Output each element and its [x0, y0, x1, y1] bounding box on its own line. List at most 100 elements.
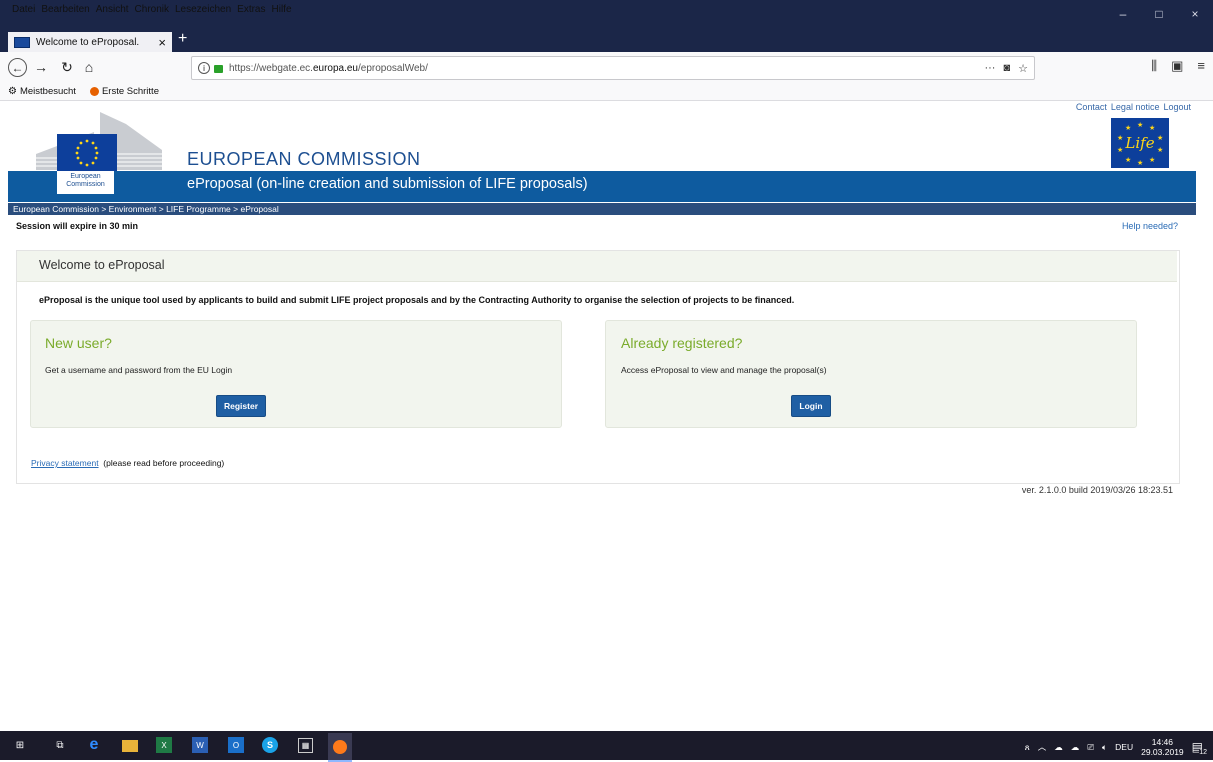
already-registered-title: Already registered?: [621, 335, 743, 351]
forward-arrow-icon[interactable]: →: [32, 58, 50, 76]
menu-bar: Datei Bearbeiten Ansicht Chronik Lesezei…: [12, 4, 292, 15]
windows-start-icon[interactable]: ⊞: [12, 737, 28, 753]
calculator-icon[interactable]: ▦: [298, 738, 313, 753]
organisation-name: EUROPEAN COMMISSION: [187, 149, 421, 169]
tab-eproposal[interactable]: Welcome to eProposal. ×: [8, 32, 172, 52]
menu-datei[interactable]: Datei: [12, 4, 35, 15]
tab-close-icon[interactable]: ×: [158, 35, 166, 50]
menu-ansicht[interactable]: Ansicht: [96, 4, 129, 15]
notification-count: 12: [1199, 749, 1207, 756]
intro-text: eProposal is the unique tool used by app…: [39, 295, 795, 305]
register-button[interactable]: Register: [216, 395, 266, 417]
life-programme-logo: ★ ★ ★ ★ ★ ★ ★ ★ ★ ★ Life: [1111, 118, 1169, 168]
site-subtitle: eProposal (on-line creation and submissi…: [187, 176, 588, 192]
privacy-note: (please read before proceeding): [103, 458, 225, 468]
legal-notice-link[interactable]: Legal notice: [1111, 102, 1160, 112]
clock-date: 29.03.2019: [1141, 747, 1184, 757]
bookmark-erste-schritte[interactable]: Erste Schritte: [84, 86, 159, 97]
bookmark-meistbesucht[interactable]: ⚙ Meistbesucht: [8, 86, 76, 97]
word-icon[interactable]: W: [192, 737, 208, 753]
clock-time: 14:46: [1151, 737, 1174, 747]
clock[interactable]: 14:46 29.03.2019: [1141, 737, 1184, 757]
logout-link[interactable]: Logout: [1163, 102, 1191, 112]
life-logo-text: Life: [1124, 134, 1154, 152]
breadcrumb[interactable]: European Commission > Environment > LIFE…: [8, 203, 1196, 215]
svg-text:★: ★: [1117, 146, 1123, 154]
logo-label-line2: Commission: [66, 181, 105, 188]
menu-bearbeiten[interactable]: Bearbeiten: [41, 4, 89, 15]
window-controls: – □ ×: [1105, 0, 1213, 28]
version-text: ver. 2.1.0.0 build 2019/03/26 18:23.51: [1021, 485, 1173, 495]
maximize-button[interactable]: □: [1141, 0, 1177, 28]
already-registered-card: Already registered? Access eProposal to …: [605, 320, 1137, 428]
excel-icon[interactable]: X: [156, 737, 172, 753]
svg-text:★: ★: [1157, 134, 1163, 142]
session-expiry-text: Session will expire in 30 min: [16, 221, 139, 231]
outlook-icon[interactable]: O: [228, 737, 244, 753]
login-button[interactable]: Login: [791, 395, 831, 417]
bookmark-star-icon[interactable]: ☆: [1018, 62, 1028, 75]
close-window-button[interactable]: ×: [1177, 0, 1213, 28]
sidebar-icon[interactable]: ▣: [1171, 58, 1183, 74]
skype-icon[interactable]: S: [262, 737, 278, 753]
new-user-text: Get a username and password from the EU …: [45, 365, 233, 375]
firefox-taskbar-button[interactable]: [328, 733, 352, 762]
logo-label: European Commission: [57, 171, 114, 194]
lock-icon[interactable]: [214, 65, 223, 73]
new-user-title: New user?: [45, 335, 112, 351]
edge-browser-icon[interactable]: e: [86, 736, 102, 753]
top-links: Contact Legal notice Logout: [1076, 102, 1191, 112]
tab-title: Welcome to eProposal.: [36, 36, 140, 48]
onedrive-business-icon[interactable]: ☁: [1071, 742, 1080, 753]
menu-extras[interactable]: Extras: [237, 4, 265, 15]
notifications-icon[interactable]: ▤ 12: [1192, 740, 1207, 756]
chevron-up-icon[interactable]: ︿: [1038, 741, 1047, 753]
svg-text:★: ★: [1137, 159, 1143, 167]
site-info-icon[interactable]: i: [198, 62, 210, 74]
home-icon[interactable]: ⌂: [80, 58, 98, 76]
url-text: https://webgate.ec.europa.eu/eproposalWe…: [229, 62, 428, 74]
svg-text:★: ★: [1125, 124, 1131, 132]
svg-text:★: ★: [1117, 134, 1123, 142]
svg-text:★: ★: [1125, 156, 1131, 164]
onedrive-icon[interactable]: ☁: [1054, 742, 1063, 753]
firefox-icon: [89, 86, 99, 96]
library-icon[interactable]: ⫼: [1151, 58, 1157, 74]
volume-icon[interactable]: 🔈︎: [1102, 742, 1107, 753]
panel-title: Welcome to eProposal: [39, 258, 165, 272]
system-tray: ጸ ︿ ☁ ☁ ⎚ 🔈︎ DEU 14:46 29.03.2019 ▤ 12: [1025, 737, 1207, 757]
gear-icon: ⚙: [8, 85, 17, 97]
privacy-statement-link[interactable]: Privacy statement: [31, 458, 99, 468]
back-arrow-icon[interactable]: ←: [8, 58, 27, 77]
menu-hilfe[interactable]: Hilfe: [272, 4, 292, 15]
welcome-panel-header: [17, 251, 1177, 282]
hamburger-menu-icon[interactable]: ≡: [1197, 58, 1205, 74]
network-icon[interactable]: ⎚: [1087, 742, 1094, 753]
already-registered-text: Access eProposal to view and manage the …: [621, 365, 827, 375]
bookmarks-toolbar: ⚙ Meistbesucht Erste Schritte: [0, 82, 1213, 101]
svg-text:★: ★: [1157, 146, 1163, 154]
eu-flag-favicon-icon: [14, 36, 30, 48]
firefox-icon: [333, 739, 347, 754]
menu-chronik[interactable]: Chronik: [135, 4, 169, 15]
svg-text:★: ★: [1149, 156, 1155, 164]
task-view-icon[interactable]: ⧉: [52, 737, 68, 753]
pocket-icon[interactable]: ◙: [1003, 62, 1010, 75]
new-tab-button[interactable]: +: [178, 30, 187, 48]
people-icon[interactable]: ጸ: [1025, 742, 1030, 753]
privacy-line: Privacy statement (please read before pr…: [31, 458, 224, 468]
svg-text:★: ★: [1149, 124, 1155, 132]
file-explorer-icon[interactable]: [122, 740, 138, 752]
address-bar[interactable]: i https://webgate.ec.europa.eu/eproposal…: [191, 56, 1035, 80]
contact-link[interactable]: Contact: [1076, 102, 1107, 112]
page-actions-icon[interactable]: ···: [984, 62, 995, 75]
input-language[interactable]: DEU: [1115, 742, 1133, 752]
new-user-card: New user? Get a username and password fr…: [30, 320, 562, 428]
menu-lesezeichen[interactable]: Lesezeichen: [175, 4, 231, 15]
logo-label-line1: European: [70, 173, 101, 180]
svg-text:★: ★: [1137, 121, 1143, 129]
help-needed-link[interactable]: Help needed?: [1122, 221, 1178, 231]
reload-icon[interactable]: ↻: [58, 58, 76, 76]
browser-right-toolbar: ⫼ ▣ ≡: [1151, 58, 1205, 74]
minimize-button[interactable]: –: [1105, 0, 1141, 28]
